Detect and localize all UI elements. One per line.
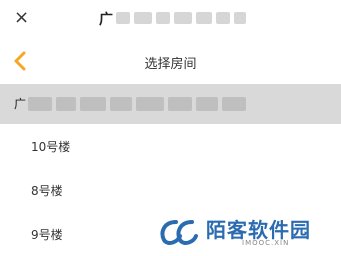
nav-bar: 选择房间: [0, 40, 341, 85]
building-label: 10号楼: [31, 140, 71, 154]
watermark-logo-icon: [160, 220, 198, 245]
selected-area-row[interactable]: 广: [0, 84, 341, 124]
top-title: 广: [99, 12, 113, 28]
watermark-subtitle: IMOOC.XIN: [242, 239, 290, 247]
list-item[interactable]: 10号楼: [0, 124, 341, 168]
page-title: 选择房间: [144, 57, 197, 72]
top-bar: × 广: [0, 0, 341, 40]
building-label: 9号楼: [31, 228, 63, 242]
building-label: 8号楼: [31, 184, 63, 198]
watermark: 陌客软件园 IMOOC.XIN: [142, 208, 341, 256]
selected-area-label: 广: [14, 97, 27, 111]
list-item[interactable]: 8号楼: [0, 168, 341, 212]
close-icon[interactable]: ×: [14, 8, 34, 28]
